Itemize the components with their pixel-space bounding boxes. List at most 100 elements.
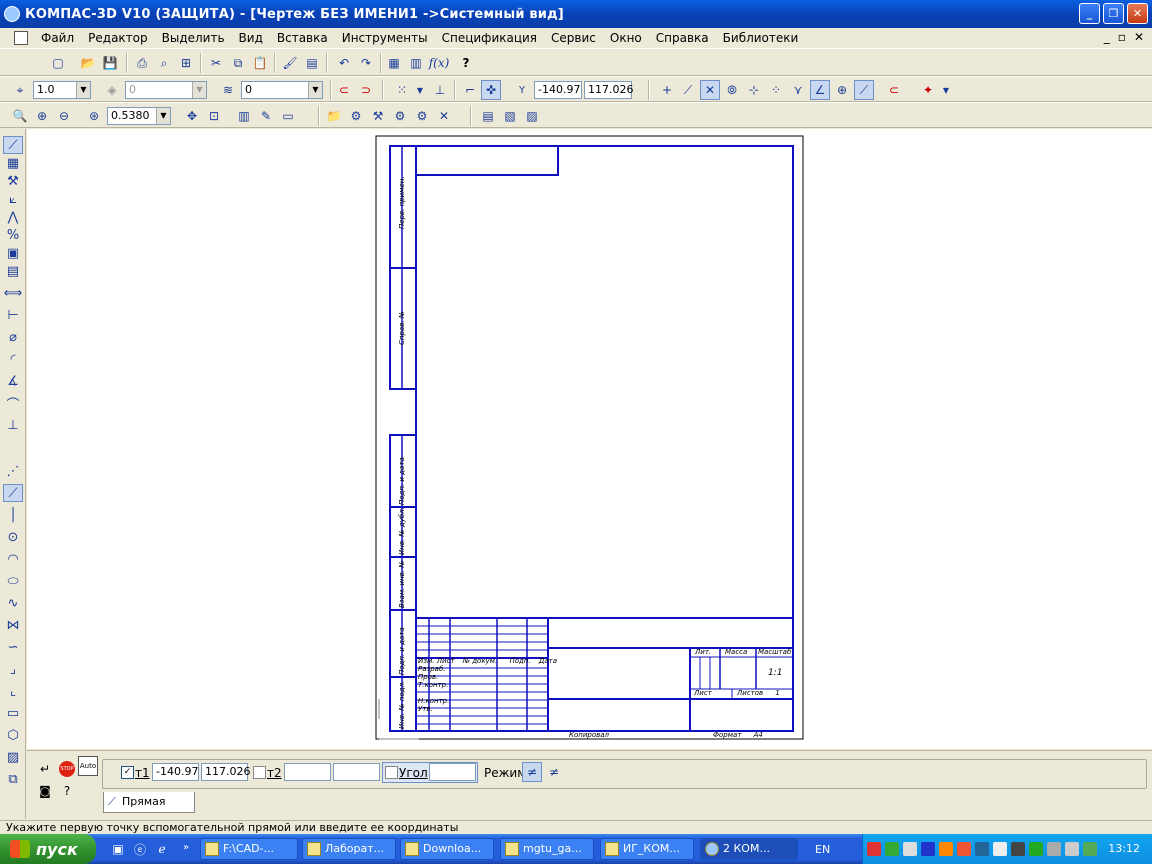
show-desktop-icon[interactable]: ▣ — [108, 839, 128, 859]
arc-tool-icon[interactable]: ◠ — [3, 550, 23, 568]
contour-tool-icon[interactable]: ⧉ — [3, 770, 23, 788]
menu-insert[interactable]: Вставка — [270, 31, 335, 45]
create-object-icon[interactable]: ↵ — [35, 759, 55, 779]
layers-icon[interactable]: ≋ — [218, 80, 238, 100]
library-manager-icon[interactable]: ⚙ — [346, 106, 366, 126]
menu-select[interactable]: Выделить — [155, 31, 232, 45]
fx-icon[interactable]: f(x) — [428, 53, 450, 73]
mode-snap-icon[interactable]: ≠ — [544, 762, 564, 782]
show-all-icon[interactable]: ⊡ — [204, 106, 224, 126]
browser-icon[interactable]: ℯ — [152, 839, 172, 859]
magnet-local-icon[interactable]: ⊂ — [884, 80, 904, 100]
chevron-right-icon[interactable]: » — [176, 837, 196, 857]
snap-tangent-icon[interactable]: ⦾ — [722, 80, 742, 100]
language-indicator[interactable]: EN — [815, 843, 830, 856]
t1-x-field[interactable]: -140.97 — [152, 763, 199, 781]
tray-antivirus-icon[interactable] — [867, 842, 881, 856]
edit-object-icon[interactable]: ✎ — [256, 106, 276, 126]
auto-dimension-icon[interactable]: ⟺ — [3, 284, 23, 302]
zoom-scale-icon[interactable]: ⊛ — [84, 106, 104, 126]
fragment-library-icon[interactable]: ⚒ — [368, 106, 388, 126]
chevron-down-icon[interactable]: ▼ — [410, 80, 430, 100]
tools-library-icon[interactable]: ✕ — [434, 106, 454, 126]
menu-help[interactable]: Справка — [649, 31, 716, 45]
radius-dimension-icon[interactable]: ◜ — [3, 350, 23, 368]
minimize-button[interactable]: _ — [1079, 3, 1100, 24]
angle-checkbox[interactable] — [385, 766, 398, 779]
point-tool-icon[interactable]: ⋰ — [3, 462, 23, 480]
step-icon[interactable]: ⌐ — [460, 80, 480, 100]
stop-button[interactable]: STOP — [57, 759, 77, 779]
task-kompas[interactable]: 2 КОМ... — [700, 838, 798, 860]
height-mark-icon[interactable]: ⊥ — [3, 416, 23, 434]
spec-icon[interactable]: ▤ — [478, 106, 498, 126]
task-downloads[interactable]: Downloa... — [400, 838, 494, 860]
start-button[interactable]: пуск — [0, 834, 96, 864]
tray-usb-icon[interactable] — [1047, 842, 1061, 856]
snap-grid-icon[interactable]: ⁘ — [766, 80, 786, 100]
cursor-y-field[interactable]: 117.026 — [584, 81, 634, 99]
menu-specification[interactable]: Спецификация — [435, 31, 544, 45]
segment-tool-icon[interactable]: │ — [3, 506, 23, 524]
tray-shield-icon[interactable] — [1083, 842, 1097, 856]
tray-volume-icon[interactable] — [1065, 842, 1079, 856]
menu-window[interactable]: Окно — [603, 31, 649, 45]
save-icon[interactable]: 💾 — [100, 53, 120, 73]
tray-flash-icon[interactable] — [1011, 842, 1025, 856]
doc-minimize-button[interactable]: _ — [1104, 30, 1110, 44]
snap-endpoint-icon[interactable]: ⟋ — [678, 80, 698, 100]
new-icon[interactable]: ▢ — [48, 53, 68, 73]
preview-icon[interactable]: ⌕ — [154, 53, 174, 73]
t2-checkbox[interactable] — [253, 766, 266, 779]
open-icon[interactable]: 📂 — [78, 53, 98, 73]
ellipse-tool-icon[interactable]: ⬭ — [3, 572, 23, 590]
document-icon[interactable] — [14, 31, 28, 45]
bezier-tool-icon[interactable]: ∽ — [3, 638, 23, 656]
menu-file[interactable]: Файл — [34, 31, 81, 45]
doc-restore-button[interactable]: ▫ — [1118, 30, 1126, 44]
help-icon[interactable]: ? — [456, 53, 476, 73]
snap-midpoint-icon[interactable]: ⋎ — [788, 80, 808, 100]
polyline-tool-icon[interactable]: ⋈ — [3, 616, 23, 634]
ortho-icon[interactable]: ⊥ — [430, 80, 450, 100]
magnet-snap-icon[interactable]: ⊃ — [356, 80, 376, 100]
tray-drive-icon[interactable] — [993, 842, 1007, 856]
tray-agent-icon[interactable] — [975, 842, 989, 856]
refresh-icon[interactable]: ▥ — [234, 106, 254, 126]
copy-icon[interactable]: ⧉ — [228, 53, 248, 73]
manager-icon[interactable]: ⊞ — [176, 53, 196, 73]
variables-icon[interactable]: ▦ — [384, 53, 404, 73]
chamfer-tool-icon[interactable]: ⌟ — [3, 660, 23, 678]
camera-icon[interactable]: ◙ — [35, 781, 55, 801]
pan-icon[interactable]: ✥ — [182, 106, 202, 126]
tray-language-icon[interactable] — [921, 842, 935, 856]
t1-y-field[interactable]: 117.026 — [201, 763, 251, 781]
zoom-in-icon[interactable]: ⊕ — [32, 106, 52, 126]
menu-libraries[interactable]: Библиотеки — [716, 31, 806, 45]
insert-library-icon[interactable]: ⚙ — [412, 106, 432, 126]
help-icon[interactable]: ? — [57, 781, 77, 801]
polygon-tool-icon[interactable]: ⬡ — [3, 726, 23, 744]
ie-icon[interactable]: ⓔ — [130, 839, 150, 859]
calculator-icon[interactable]: ▥ — [406, 53, 426, 73]
point-style-icon[interactable]: ✦ — [918, 80, 938, 100]
maximize-button[interactable]: ❐ — [1103, 3, 1124, 24]
t2-x-field[interactable] — [284, 763, 331, 781]
undo-icon[interactable]: ↶ — [334, 53, 354, 73]
tab-line[interactable]: ⟋ Прямая — [103, 792, 195, 813]
symbols-tool-icon[interactable]: ⚒ — [3, 172, 23, 190]
chevron-down-icon[interactable]: ▼ — [936, 80, 956, 100]
snap-toggle-icon[interactable]: ✜ — [481, 80, 501, 100]
diameter-dimension-icon[interactable]: ⌀ — [3, 328, 23, 346]
t2-y-field[interactable] — [333, 763, 380, 781]
tray-update-icon[interactable] — [957, 842, 971, 856]
circle-tool-icon[interactable]: ⊙ — [3, 528, 23, 546]
dimensions-tool-icon[interactable]: ▦ — [3, 154, 23, 172]
zoom-select[interactable]: 0.5380 ▼ — [107, 107, 171, 125]
drawing-canvas[interactable]: Изм. Лист № докум. Подп. Дата Разраб. Пр… — [27, 129, 1152, 749]
fillet-tool-icon[interactable]: ⌞ — [3, 682, 23, 700]
zoom-window-icon[interactable]: 🔍 — [10, 106, 30, 126]
clock[interactable]: 13:12 — [1108, 842, 1140, 855]
hatch-tool-icon[interactable]: ▨ — [3, 748, 23, 766]
cut-icon[interactable]: ✂ — [206, 53, 226, 73]
